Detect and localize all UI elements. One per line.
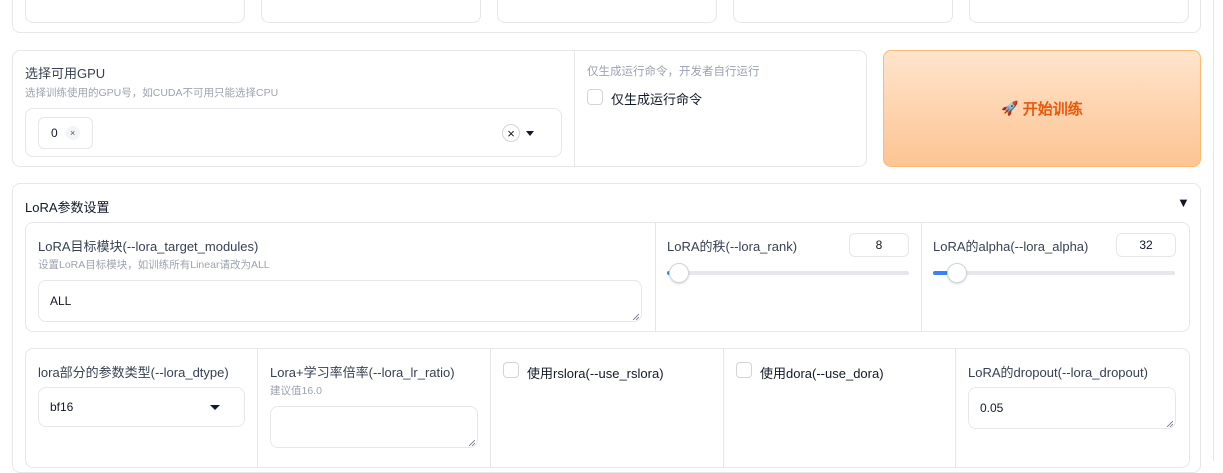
alpha-label: LoRA的alpha(--lora_alpha)	[933, 239, 1089, 254]
lr-ratio-info: 建议值16.0	[270, 385, 322, 397]
lora-section-title[interactable]: LoRA参数设置	[25, 197, 110, 216]
gpu-multiselect[interactable]: 0 × ×	[25, 108, 562, 157]
dora-checkbox[interactable]	[736, 362, 752, 378]
target-modules-info: 设置LoRA目标模块，如训练所有Linear请改为ALL	[38, 259, 270, 271]
row1-divider-2	[921, 223, 922, 331]
gpu-token-label: 0	[51, 126, 58, 140]
cmd-only-label: 仅生成运行命令	[611, 92, 703, 107]
rank-label: LoRA的秩(--lora_rank)	[667, 239, 798, 254]
collapse-icon[interactable]: ▼	[1177, 195, 1190, 210]
start-training-label: 开始训练	[1022, 101, 1083, 118]
cmd-only-checkbox[interactable]	[587, 89, 603, 105]
dtype-value: bf16	[50, 400, 74, 414]
top-input-2[interactable]	[261, 0, 481, 23]
rank-number-input[interactable]: 8	[849, 233, 909, 257]
top-settings-panel	[12, 0, 1201, 33]
lr-ratio-textarea[interactable]	[270, 406, 478, 448]
alpha-slider[interactable]	[933, 271, 1175, 275]
rank-slider[interactable]	[667, 271, 909, 275]
row1-divider-1	[655, 223, 656, 331]
gpu-label: 选择可用GPU	[25, 66, 106, 81]
row2-divider-2	[490, 349, 491, 467]
row2-divider-1	[257, 349, 258, 467]
gpu-panel-divider	[574, 51, 575, 166]
row2-divider-3	[723, 349, 724, 467]
dtype-dropdown[interactable]: bf16	[38, 387, 245, 427]
top-input-5[interactable]	[969, 0, 1189, 23]
clear-icon[interactable]: ×	[502, 124, 520, 142]
alpha-slider-thumb[interactable]	[947, 263, 967, 283]
target-modules-textarea[interactable]: ALL	[38, 280, 642, 322]
page-scrollbar[interactable]	[1213, 0, 1214, 461]
lr-ratio-label: Lora+学习率倍率(--lora_lr_ratio)	[270, 365, 455, 380]
lora-row-1: LoRA目标模块(--lora_target_modules) 设置LoRA目标…	[25, 222, 1190, 332]
token-remove-icon[interactable]: ×	[65, 126, 80, 140]
dropdown-arrow-icon	[210, 405, 220, 410]
lora-section: LoRA参数设置 ▼ LoRA目标模块(--lora_target_module…	[12, 183, 1201, 473]
lora-row-2: lora部分的参数类型(--lora_dtype) bf16 Lora+学习率倍…	[25, 348, 1190, 468]
row2-divider-4	[955, 349, 956, 467]
gpu-info: 选择训练使用的GPU号，如CUDA不可用只能选择CPU	[25, 87, 279, 99]
dropout-textarea[interactable]: 0.05	[968, 387, 1176, 429]
resize-handle-icon[interactable]	[1167, 421, 1173, 427]
resize-handle-icon[interactable]	[633, 314, 639, 320]
cmd-only-info: 仅生成运行命令，开发者自行运行	[587, 66, 760, 78]
alpha-slider-fill	[933, 271, 948, 275]
dtype-label: lora部分的参数类型(--lora_dtype)	[38, 365, 229, 380]
gpu-panel: 选择可用GPU 选择训练使用的GPU号，如CUDA不可用只能选择CPU 0 × …	[12, 50, 867, 167]
rslora-label: 使用rslora(--use_rslora)	[527, 366, 664, 381]
start-training-button[interactable]: 🚀 开始训练	[883, 50, 1201, 167]
rank-slider-thumb[interactable]	[669, 263, 689, 283]
rslora-checkbox[interactable]	[503, 362, 519, 378]
dropout-label: LoRA的dropout(--lora_dropout)	[968, 365, 1148, 380]
top-input-4[interactable]	[733, 0, 953, 23]
dora-label: 使用dora(--use_dora)	[760, 366, 884, 381]
top-input-3[interactable]	[497, 0, 717, 23]
top-input-1[interactable]	[25, 0, 245, 23]
resize-handle-icon[interactable]	[469, 440, 475, 446]
rocket-icon: 🚀	[1001, 100, 1019, 116]
chevron-down-icon[interactable]	[526, 131, 534, 136]
gpu-token[interactable]: 0 ×	[38, 117, 93, 149]
alpha-number-input[interactable]: 32	[1116, 233, 1176, 257]
target-modules-label: LoRA目标模块(--lora_target_modules)	[38, 239, 259, 254]
